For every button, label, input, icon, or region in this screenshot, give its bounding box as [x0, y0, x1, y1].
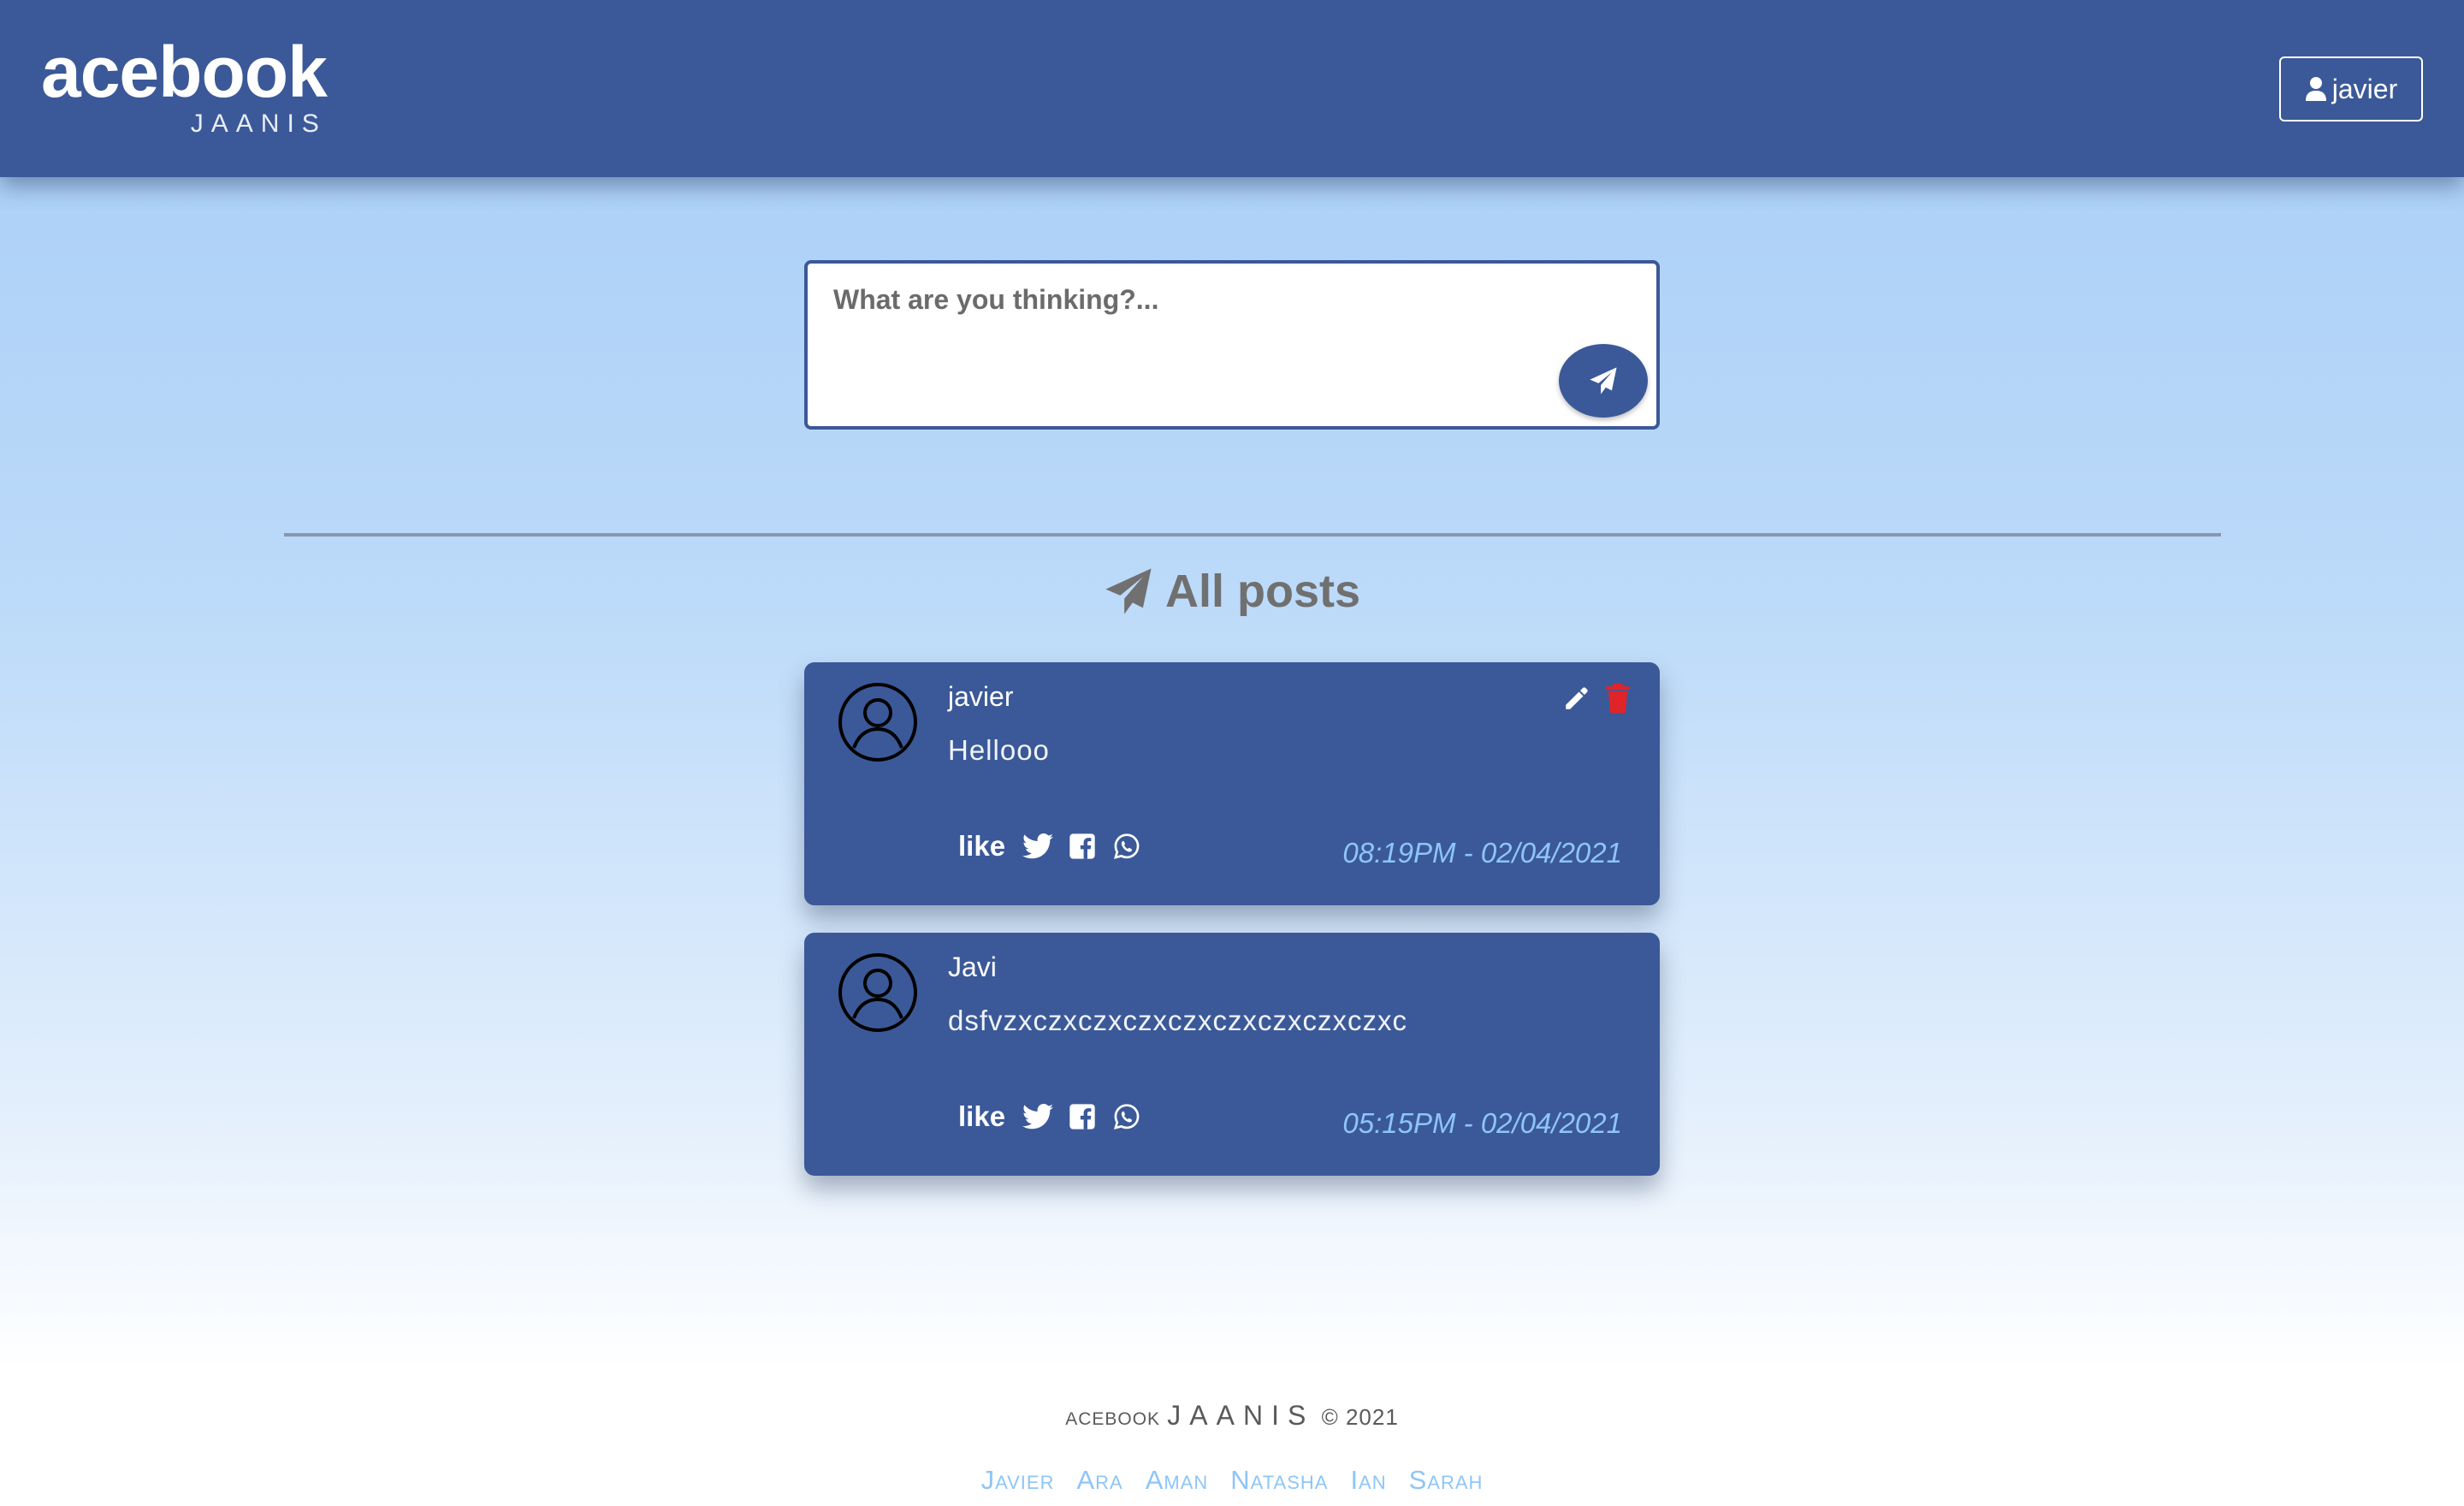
brand-logo[interactable]: acebook JAANIS: [41, 29, 328, 138]
whatsapp-icon: [1114, 833, 1140, 859]
section-divider: [284, 533, 2221, 537]
all-posts-title: All posts: [1164, 566, 1361, 617]
post-actions: like: [958, 1100, 1142, 1133]
post-tools: [1562, 683, 1632, 714]
paper-plane-icon: [1590, 367, 1617, 394]
user-icon: [2305, 77, 2326, 101]
edit-post-button[interactable]: [1562, 683, 1591, 714]
team-link-ian[interactable]: Ian: [1350, 1465, 1386, 1496]
brand-subtitle: JAANIS: [190, 110, 327, 138]
whatsapp-icon: [1114, 1104, 1140, 1130]
twitter-icon: [1022, 833, 1054, 859]
footer-brand: ACEBOOK: [1065, 1402, 1161, 1431]
share-twitter-button[interactable]: [1022, 833, 1054, 860]
twitter-icon: [1022, 1104, 1054, 1130]
top-navbar: acebook JAANIS javier: [0, 0, 2464, 177]
team-link-aman[interactable]: Aman: [1146, 1465, 1209, 1496]
share-facebook-button[interactable]: [1067, 1103, 1098, 1130]
brand-name: acebook: [41, 32, 328, 112]
trash-icon: [1606, 683, 1630, 714]
post-body: dsfvzxczxczxczxczxczxczxczxczxc: [948, 1005, 1408, 1036]
post-author[interactable]: javier: [948, 681, 1013, 713]
footer-copyright-year: © 2021: [1321, 1404, 1399, 1430]
footer-copyright: ACEBOOK JAANIS © 2021: [0, 1400, 2464, 1432]
user-button-label: javier: [2331, 73, 2398, 104]
delete-post-button[interactable]: [1603, 683, 1632, 714]
user-profile-button[interactable]: javier: [2279, 56, 2423, 122]
post-card: javier Hellooo like 08:19PM - 02/04/2021: [804, 662, 1660, 905]
share-twitter-button[interactable]: [1022, 1103, 1054, 1130]
all-posts-heading: All posts: [0, 565, 2464, 618]
facebook-icon: [1069, 1104, 1095, 1130]
send-post-button[interactable]: [1559, 344, 1648, 418]
share-facebook-button[interactable]: [1067, 833, 1098, 860]
post-timestamp: 08:19PM - 02/04/2021: [1342, 837, 1622, 869]
footer-subbrand: JAANIS: [1167, 1400, 1315, 1431]
post-body: Hellooo: [948, 734, 1050, 766]
post-card: Javi dsfvzxczxczxczxczxczxczxczxczxc lik…: [804, 933, 1660, 1176]
facebook-icon: [1069, 833, 1095, 859]
team-link-javier[interactable]: Javier: [981, 1465, 1055, 1496]
post-input[interactable]: [808, 264, 1656, 426]
paper-plane-icon: [1105, 568, 1152, 614]
team-link-ara[interactable]: Ara: [1076, 1465, 1122, 1496]
share-whatsapp-button[interactable]: [1111, 1103, 1142, 1130]
new-post-composer: [804, 260, 1660, 430]
team-link-sarah[interactable]: Sarah: [1409, 1465, 1484, 1496]
avatar-icon: [838, 683, 917, 762]
share-whatsapp-button[interactable]: [1111, 833, 1142, 860]
team-link-natasha[interactable]: Natasha: [1230, 1465, 1328, 1496]
like-button[interactable]: like: [958, 830, 1005, 863]
post-author[interactable]: Javi: [948, 952, 997, 983]
pencil-icon: [1566, 687, 1588, 709]
post-timestamp: 05:15PM - 02/04/2021: [1342, 1107, 1622, 1139]
like-button[interactable]: like: [958, 1100, 1005, 1133]
footer-team-links: Javier Ara Aman Natasha Ian Sarah: [0, 1465, 2464, 1496]
avatar-icon: [838, 953, 917, 1032]
post-actions: like: [958, 830, 1142, 863]
